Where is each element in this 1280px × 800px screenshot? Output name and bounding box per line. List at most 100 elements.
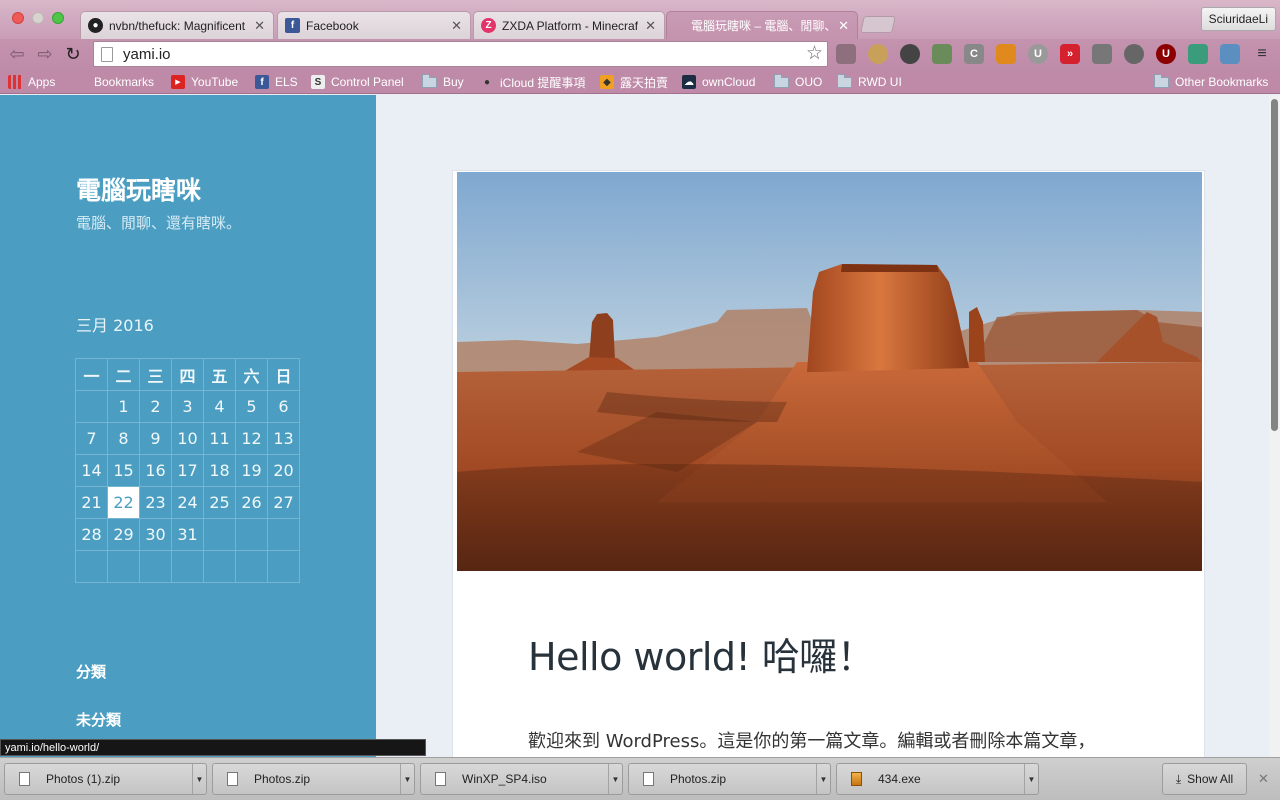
chevron-down-icon[interactable]: ▼ — [192, 764, 206, 794]
bookmark-owncloud[interactable]: ☁ ownCloud — [682, 73, 755, 91]
show-all-downloads-button[interactable]: ⤓ Show All — [1162, 763, 1247, 795]
calendar-day: 23 — [139, 486, 172, 519]
download-item[interactable]: Photos (1).zip ▼ — [4, 763, 207, 795]
category-link-uncategorized[interactable]: 未分類 — [76, 709, 121, 730]
folder-icon — [422, 73, 437, 88]
page-icon — [101, 46, 113, 62]
edit-icon[interactable] — [1092, 44, 1112, 64]
download-filename: WinXP_SP4.iso — [462, 772, 547, 786]
chevron-down-icon[interactable]: ▼ — [1024, 764, 1038, 794]
new-tab-button[interactable] — [860, 16, 896, 33]
u-extension-icon[interactable]: U — [1028, 44, 1048, 64]
calendar-day: 4 — [203, 390, 236, 423]
calendar-day: 11 — [203, 422, 236, 455]
apple-icon: ● — [483, 76, 491, 88]
calendar-empty-cell — [235, 518, 268, 551]
desert-landscape-image — [457, 172, 1202, 571]
close-icon[interactable]: ✕ — [451, 18, 462, 34]
tab-github[interactable]: ● nvbn/thefuck: Magnificent ✕ — [80, 11, 274, 39]
post-featured-image[interactable] — [457, 172, 1202, 571]
calendar-empty-cell — [235, 550, 268, 583]
scrollbar-thumb[interactable] — [1271, 99, 1278, 431]
notes-icon[interactable] — [996, 44, 1016, 64]
calendar-empty-cell — [203, 518, 236, 551]
zoom-window-button[interactable] — [52, 12, 64, 24]
youtube-icon: ▶ — [171, 75, 185, 89]
download-item[interactable]: Photos.zip ▼ — [212, 763, 415, 795]
bookmark-ruten[interactable]: ◆ 露天拍賣 — [600, 73, 668, 91]
calendar-week-row: 7 8 9 10 11 12 13 — [75, 422, 300, 455]
sidebar: 電腦玩瞎咪 電腦、閒聊、還有瞎咪。 三月 2016 一 二 三 四 五 六 日 … — [0, 95, 376, 757]
chevron-down-icon[interactable]: ▼ — [400, 764, 414, 794]
back-arrow-icon[interactable]: ⇦ — [6, 43, 28, 65]
status-bar-url: yami.io/hello-world/ — [0, 739, 426, 756]
bookmark-folder-ouo[interactable]: OUO — [774, 73, 822, 91]
address-url[interactable]: yami.io — [123, 46, 171, 63]
calendar-day: 16 — [139, 454, 172, 487]
minimize-window-button[interactable] — [32, 12, 44, 24]
fast-forward-icon[interactable]: » — [1060, 44, 1080, 64]
forward-arrow-icon[interactable]: ⇨ — [34, 43, 56, 65]
speedometer-icon[interactable] — [932, 44, 952, 64]
tab-facebook[interactable]: f Facebook ✕ — [277, 11, 471, 39]
sync-icon[interactable] — [900, 44, 920, 64]
cast-icon[interactable] — [836, 44, 856, 64]
menu-icon[interactable]: ≡ — [1252, 44, 1272, 64]
calendar-empty-cell — [75, 390, 108, 423]
close-icon[interactable]: ✕ — [645, 18, 656, 34]
download-filename: Photos (1).zip — [46, 772, 121, 786]
bookmark-folder-rwd-ui[interactable]: RWD UI — [837, 73, 902, 91]
bookmarks-bar: Apps Bookmarks ▶ YouTube f ELS S Control… — [0, 70, 1280, 94]
reload-icon[interactable]: ↻ — [62, 43, 84, 65]
site-title[interactable]: 電腦玩瞎咪 — [76, 171, 201, 207]
download-item[interactable]: WinXP_SP4.iso ▼ — [420, 763, 623, 795]
close-icon[interactable]: ✕ — [1258, 771, 1269, 787]
bookmark-bookmarks[interactable]: Bookmarks — [74, 73, 154, 91]
folder-icon — [837, 73, 852, 88]
calendar-week-row: 28 29 30 31 — [75, 518, 300, 551]
calendar-day: 30 — [139, 518, 172, 551]
chevron-down-icon[interactable]: ▼ — [816, 764, 830, 794]
tab-zxda[interactable]: Z ZXDA Platform - Minecraft ✕ — [473, 11, 665, 39]
folder-icon — [1154, 73, 1169, 88]
categories-heading: 分類 — [76, 663, 107, 681]
bookmark-els[interactable]: f ELS — [255, 73, 298, 91]
page-scrollbar[interactable] — [1269, 95, 1280, 757]
profile-button[interactable]: SciuridaeLi — [1200, 7, 1276, 31]
weekday-header: 六 — [235, 358, 268, 391]
bookmark-icloud[interactable]: ● iCloud 提醒事項 — [480, 73, 585, 91]
calendar-body: 1 2 3 4 5 6 7 8 9 10 11 12 13 14 15 16 17 18 19 20 21 22 23 24 2… — [75, 390, 300, 583]
cloud-icon: ☁ — [682, 75, 696, 89]
chevron-down-icon[interactable]: ▼ — [608, 764, 622, 794]
close-icon[interactable]: ✕ — [838, 18, 849, 34]
bookmark-control-panel[interactable]: S Control Panel — [311, 73, 404, 91]
post-title[interactable]: Hello world! 哈囉！ — [528, 626, 875, 681]
zip-file-icon — [227, 772, 238, 786]
c-extension-icon[interactable]: C — [964, 44, 984, 64]
refresh-circle-icon[interactable] — [1124, 44, 1144, 64]
download-item[interactable]: 434.exe ▼ — [836, 763, 1039, 795]
bookmark-folder-other[interactable]: Other Bookmarks — [1154, 73, 1268, 91]
bookmark-apps[interactable]: Apps — [8, 73, 55, 91]
bookmark-star-icon[interactable]: ☆ — [806, 42, 823, 65]
person-icon[interactable] — [1188, 44, 1208, 64]
tab-strip: ● nvbn/thefuck: Magnificent ✕ f Facebook… — [0, 0, 1280, 39]
address-bar[interactable]: yami.io ☆ — [93, 41, 828, 67]
bookmark-folder-buy[interactable]: Buy — [422, 73, 464, 91]
download-item[interactable]: Photos.zip ▼ — [628, 763, 831, 795]
github-icon: ● — [88, 18, 103, 33]
calendar-day: 3 — [171, 390, 204, 423]
tab-yami-active[interactable]: 電腦玩瞎咪 – 電腦、閒聊、還 ✕ — [666, 11, 858, 39]
calendar-weekday-row: 一 二 三 四 五 六 日 — [75, 358, 300, 391]
calendar-day: 25 — [203, 486, 236, 519]
download-arrow-icon: ⤓ — [1175, 771, 1182, 786]
ublock-icon[interactable]: U — [1156, 44, 1176, 64]
cookie-icon[interactable] — [868, 44, 888, 64]
weekday-header: 三 — [139, 358, 172, 391]
weekday-header: 五 — [203, 358, 236, 391]
bookmark-youtube[interactable]: ▶ YouTube — [171, 73, 238, 91]
calendar-week-row: 21 22 23 24 25 26 27 — [75, 486, 300, 519]
close-icon[interactable]: ✕ — [254, 18, 265, 34]
close-window-button[interactable] — [12, 12, 24, 24]
camera-icon[interactable] — [1220, 44, 1240, 64]
